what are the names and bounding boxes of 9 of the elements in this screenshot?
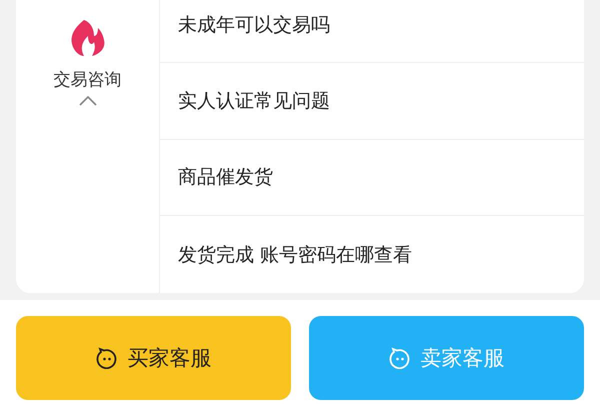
buyer-service-button[interactable]: 买家客服 (16, 316, 291, 400)
smiley-icon (96, 347, 118, 369)
category-label[interactable]: 交易咨询 (54, 68, 122, 91)
question-item[interactable]: 发货完成 账号密码在哪查看 (178, 242, 412, 268)
question-item[interactable]: 实人认证常见问题 (178, 88, 330, 114)
smiley-icon (388, 347, 410, 369)
question-item[interactable]: 未成年可以交易吗 (178, 12, 330, 38)
question-item[interactable]: 商品催发货 (178, 164, 273, 190)
chevron-up-icon[interactable] (78, 95, 98, 107)
